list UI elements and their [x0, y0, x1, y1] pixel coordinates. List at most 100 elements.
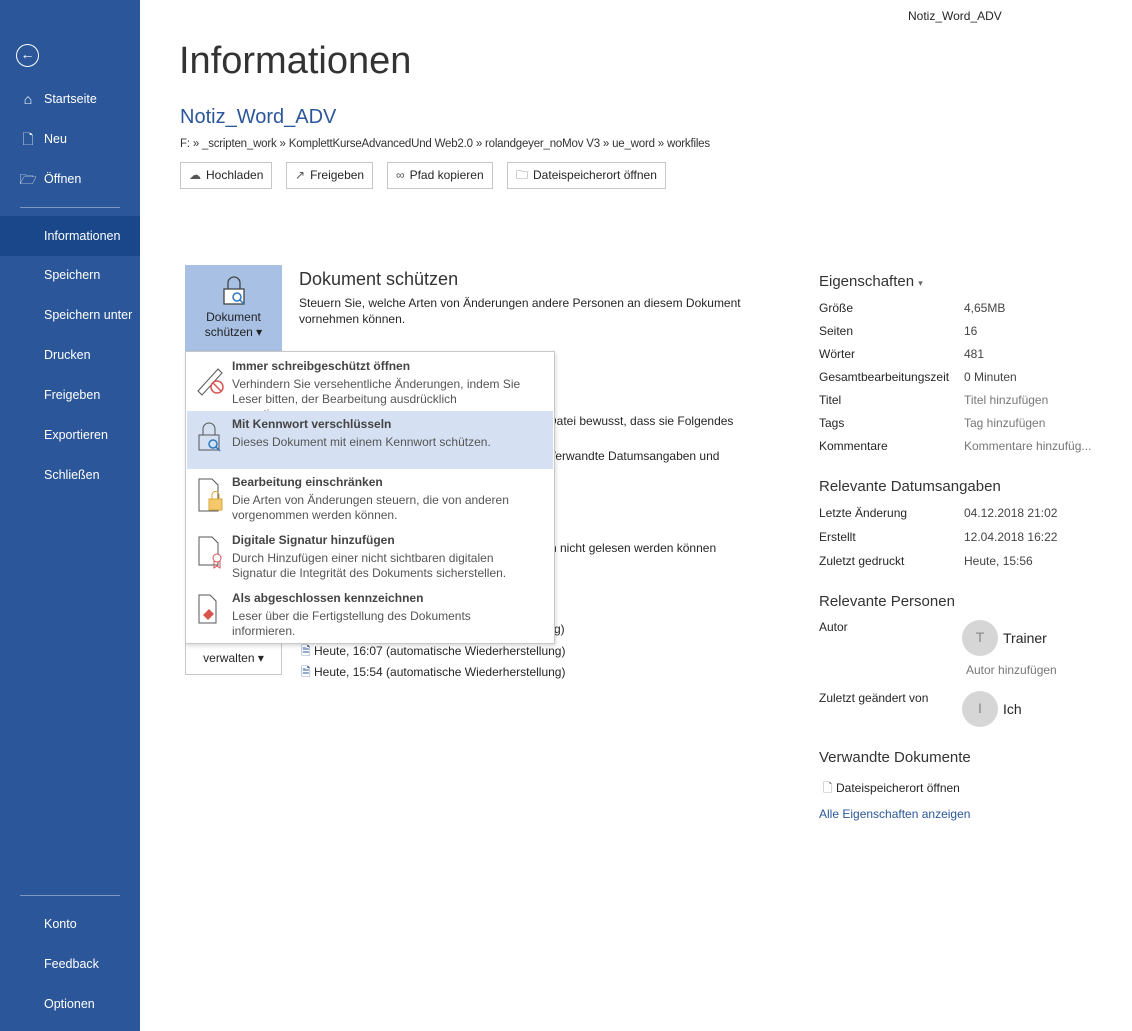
window-title: Notiz_Word_ADV: [908, 9, 1002, 23]
page-title: Informationen: [179, 40, 412, 82]
author-name[interactable]: Trainer: [1003, 630, 1047, 646]
date-value: 12.04.2018 16:22: [964, 530, 1058, 544]
properties-dropdown[interactable]: Eigenschaften ▾: [819, 273, 923, 290]
share-button[interactable]: ↗ Freigeben: [286, 162, 374, 189]
sidebar-item-speichern-unter[interactable]: Speichern unter: [0, 295, 140, 335]
button-label: Freigeben: [310, 168, 365, 182]
button-label: Hochladen: [206, 168, 264, 182]
protect-document-button[interactable]: Dokument schützen ▾: [185, 265, 282, 351]
version-item[interactable]: 🗎 Heute, 15:54 (automatische Wiederherst…: [301, 663, 565, 684]
menu-item-encrypt-with-password[interactable]: Mit Kennwort verschlüsseln Dieses Dokume…: [187, 411, 553, 469]
new-document-icon: 🗋: [22, 131, 34, 147]
property-value: 0 Minuten: [964, 370, 1017, 384]
property-value: 4,65MB: [964, 301, 1006, 315]
open-file-location-link[interactable]: 🗋 Dateispeicherort öffnen: [823, 779, 960, 800]
button-label: Pfad kopieren: [409, 168, 484, 182]
word-document-icon: 🗎: [301, 644, 311, 658]
occluded-text: Datei bewusst, dass sie Folgendes: [548, 414, 734, 428]
divider: [20, 895, 120, 896]
sidebar-item-konto[interactable]: Konto: [0, 904, 140, 944]
menu-item-description: Durch Hinzufügen einer nicht sichtbaren …: [232, 551, 507, 580]
sidebar-item-feedback[interactable]: Feedback: [0, 944, 140, 984]
sidebar-item-label: Neu: [44, 132, 67, 146]
button-label: verwalten: [203, 651, 255, 665]
label-line: schützen: [204, 325, 253, 339]
menu-item-always-read-only[interactable]: Immer schreibgeschützt öffnen Verhindern…: [187, 353, 553, 421]
sidebar-item-exportieren[interactable]: Exportieren: [0, 415, 140, 455]
upload-button[interactable]: ☁ Hochladen: [180, 162, 273, 189]
property-label: Titel: [819, 393, 842, 407]
date-label: Erstellt: [819, 530, 856, 544]
version-label: Heute, 15:54 (automatische Wiederherstel…: [314, 665, 566, 679]
backstage-sidebar: ← ⌂ Startseite 🗋 Neu 🗁 Öffnen Informationen…: [0, 0, 140, 1031]
date-label: Zuletzt gedruckt: [819, 554, 905, 568]
sidebar-item-informationen[interactable]: Informationen: [0, 216, 140, 256]
chevron-down-icon: ▾: [918, 278, 923, 288]
file-path: F: » _scripten_work » KomplettKurseAdvan…: [180, 138, 710, 150]
property-label: Gesamtbearbeitungszeit: [819, 370, 950, 384]
show-all-properties-link[interactable]: Alle Eigenschaften anzeigen: [819, 807, 970, 821]
menu-item-title: Immer schreibgeschützt öffnen: [232, 359, 411, 373]
version-label: Heute, 16:07 (automatische Wiederherstel…: [314, 644, 566, 658]
link-icon: ∞: [396, 168, 405, 182]
divider: [20, 207, 120, 208]
add-author-input[interactable]: Autor hinzufügen: [966, 663, 1057, 677]
sidebar-item-drucken[interactable]: Drucken: [0, 335, 140, 375]
property-label: Größe: [819, 301, 854, 315]
link-label: Dateispeicherort öffnen: [836, 781, 960, 795]
document-name: Notiz_Word_ADV: [180, 106, 337, 128]
folder-open-icon: 🗁: [19, 171, 37, 187]
sidebar-item-oeffnen[interactable]: 🗁 Öffnen: [0, 159, 140, 199]
menu-item-description: Die Arten von Änderungen steuern, die vo…: [232, 493, 509, 522]
property-value: 16: [964, 324, 978, 338]
sidebar-item-schliessen[interactable]: Schließen: [0, 455, 140, 495]
property-label: Seiten: [819, 324, 854, 338]
sidebar-item-label: Speichern unter: [44, 308, 133, 322]
menu-item-add-digital-signature[interactable]: Digitale Signatur hinzufügen Durch Hinzu…: [187, 527, 553, 585]
sidebar-item-label: Öffnen: [44, 172, 82, 186]
modified-by-name[interactable]: Ich: [1003, 701, 1022, 717]
sidebar-item-freigeben[interactable]: Freigeben: [0, 375, 140, 415]
protect-description: Steuern Sie, welche Arten von Änderungen…: [299, 296, 741, 326]
property-label: Kommentare: [819, 439, 888, 453]
menu-item-title: Digitale Signatur hinzufügen: [232, 533, 395, 547]
menu-item-mark-as-final[interactable]: Als abgeschlossen kennzeichnen Leser übe…: [187, 585, 553, 643]
home-icon: ⌂: [23, 91, 33, 107]
sidebar-item-label: Informationen: [44, 229, 121, 243]
related-documents-heading: Verwandte Dokumente: [819, 749, 971, 766]
sidebar-item-label: Freigeben: [44, 388, 101, 402]
upload-icon: ☁: [189, 168, 201, 182]
sidebar-item-startseite[interactable]: ⌂ Startseite: [0, 79, 140, 119]
back-button[interactable]: ←: [16, 44, 39, 67]
modified-by-label: Zuletzt geändert von: [819, 691, 929, 705]
version-item[interactable]: 🗎 Heute, 16:07 (automatische Wiederherst…: [301, 642, 565, 663]
lock-key-icon: [198, 422, 221, 452]
label-line: Dokument: [206, 310, 261, 324]
sidebar-item-label: Schließen: [44, 468, 100, 482]
tags-input[interactable]: Tag hinzufügen: [964, 416, 1045, 430]
sidebar-item-label: Drucken: [44, 348, 91, 362]
menu-item-title: Als abgeschlossen kennzeichnen: [232, 591, 424, 605]
document-ribbon-icon: [198, 536, 222, 569]
sidebar-item-neu[interactable]: 🗋 Neu: [0, 119, 140, 159]
sidebar-item-optionen[interactable]: Optionen: [0, 984, 140, 1024]
copy-path-button[interactable]: ∞ Pfad kopieren: [387, 162, 493, 189]
dates-heading: Relevante Datumsangaben: [819, 478, 1001, 495]
sidebar-item-label: Feedback: [44, 957, 99, 971]
sidebar-item-label: Optionen: [44, 997, 95, 1011]
menu-item-title: Bearbeitung einschränken: [232, 475, 383, 489]
title-input[interactable]: Titel hinzufügen: [964, 393, 1048, 407]
comments-input[interactable]: Kommentare hinzufüg...: [964, 439, 1091, 453]
open-file-location-button[interactable]: 🗀 Dateispeicherort öffnen: [507, 162, 666, 189]
document-lock-icon: [198, 478, 223, 512]
menu-item-title: Mit Kennwort verschlüsseln: [232, 417, 392, 431]
people-heading: Relevante Personen: [819, 593, 955, 610]
menu-item-restrict-editing[interactable]: Bearbeitung einschränken Die Arten von Ä…: [187, 469, 553, 527]
sidebar-item-speichern[interactable]: Speichern: [0, 255, 140, 295]
pencil-prohibited-icon: [197, 368, 224, 396]
date-label: Letzte Änderung: [819, 506, 908, 520]
property-label: Tags: [819, 416, 845, 430]
properties-heading: Eigenschaften: [819, 273, 915, 290]
sidebar-item-label: Konto: [44, 917, 77, 931]
menu-item-description: Dieses Dokument mit einem Kennwort schüt…: [232, 435, 491, 449]
